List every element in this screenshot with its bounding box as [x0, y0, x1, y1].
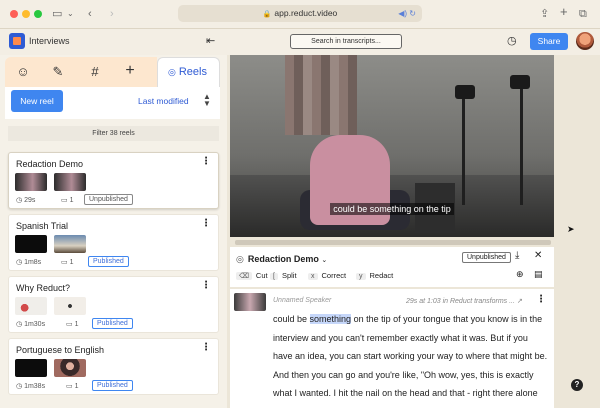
download-icon[interactable]: ⤓ [515, 250, 519, 261]
more-menu-icon[interactable]: ⋮ [536, 294, 546, 305]
reel-title: Portuguese to English [16, 345, 105, 355]
video-player[interactable]: could be something on the tip [230, 55, 554, 237]
highlighter-icon[interactable]: ✎ [48, 64, 68, 80]
duration-text: ◷ 29s [16, 197, 36, 204]
duration-text: ◷ 1m30s [16, 321, 46, 328]
history-clock-icon[interactable]: ◷ [507, 34, 517, 47]
tab-reels-label: Reels [178, 66, 207, 78]
reels-header: New reel Last modified ▲ ▼ [5, 87, 220, 119]
minimize-window-button[interactable] [22, 10, 30, 18]
clip-thumbnail [15, 173, 47, 191]
sort-dropdown[interactable]: Last modified [138, 96, 189, 106]
clip-thumbnail [54, 173, 86, 191]
speaker-name[interactable]: Unnamed Speaker [273, 297, 331, 304]
forward-arrow-icon[interactable]: › [110, 6, 114, 22]
video-caption: could be something on the tip [230, 203, 554, 215]
tab-reels[interactable]: ◎ Reels [157, 57, 220, 87]
duration-text: ◷ 1m38s [16, 383, 46, 390]
url-text: app.reduct.video [274, 8, 338, 18]
duration-text: ◷ 1m8s [16, 259, 42, 266]
tabs-overview-icon[interactable]: ⧉ [579, 6, 587, 22]
status-badge: Published [88, 256, 129, 267]
studio-light-stand [462, 95, 465, 205]
clip-thumbnail [54, 297, 86, 315]
reduct-logo[interactable] [9, 33, 25, 49]
clip-count: ▭ 1 [66, 321, 79, 328]
captions-icon[interactable]: ▤ [534, 269, 543, 280]
close-window-button[interactable] [10, 10, 18, 18]
audio-icon[interactable]: ◀) ↻ [398, 5, 416, 22]
sidebar-toggle-icon[interactable]: ▭ [52, 6, 62, 22]
reels-sidebar: ☺ ✎ # + ◎ Reels New reel Last modified ▲ ▼… [0, 55, 227, 408]
reel-icon: ◎ [236, 254, 244, 264]
correct-action[interactable]: x Correct [308, 271, 346, 280]
mouse-cursor-icon: ➤ [567, 224, 575, 234]
reel-card[interactable]: Why Reduct? ⋮ ◷ 1m30s ▭ 1 Published [8, 276, 219, 333]
clip-thumbnail [54, 235, 86, 253]
reel-card[interactable]: Spanish Trial ⋮ ◷ 1m8s ▭ 1 Published [8, 214, 219, 271]
reel-editor-toolbar: ◎ Redaction Demo ⌄ Unpublished ⤓ ✕ ⌫ Cut [… [230, 247, 554, 287]
toolbar: ☺ ✎ # + [5, 57, 157, 87]
lock-icon: 🔒 [262, 11, 272, 18]
clip-count: ▭ 1 [61, 197, 74, 204]
status-badge: Published [92, 380, 133, 391]
reel-title: Redaction Demo [16, 159, 84, 169]
reel-title: Spanish Trial [16, 221, 69, 231]
chevron-down-icon[interactable]: ⌄ [67, 6, 74, 22]
close-icon[interactable]: ✕ [534, 250, 542, 261]
filter-reels-input[interactable]: Filter 38 reels [8, 126, 219, 141]
studio-light-stand [520, 85, 523, 205]
redact-action[interactable]: y Redact [356, 271, 393, 280]
project-title[interactable]: Interviews [29, 36, 70, 46]
maximize-window-button[interactable] [34, 10, 42, 18]
avatar[interactable] [576, 32, 594, 50]
address-bar[interactable]: 🔒 app.reduct.video ◀) ↻ [178, 5, 422, 22]
clip-thumbnail [15, 235, 47, 253]
reel-editor-title: ◎ Redaction Demo ⌄ [236, 254, 328, 264]
search-transcripts-button[interactable]: Search in transcripts... [290, 34, 402, 49]
reels-icon: ◎ [168, 67, 176, 77]
clip-thumbnail [15, 359, 47, 377]
status-badge[interactable]: Unpublished [462, 252, 511, 263]
transcript-panel: Unnamed Speaker 29s at 1:03 in Reduct tr… [230, 289, 554, 408]
clip-count: ▭ 1 [66, 383, 79, 390]
highlighted-word[interactable]: something [309, 314, 352, 324]
add-icon[interactable]: + [120, 62, 140, 80]
share-button[interactable]: Share [530, 33, 568, 50]
reel-card[interactable]: Portuguese to English ⋮ ◷ 1m38s ▭ 1 Publ… [8, 338, 219, 395]
more-menu-icon[interactable]: ⋮ [201, 218, 211, 229]
back-arrow-icon[interactable]: ‹ [88, 6, 92, 22]
clip-thumbnail [234, 293, 266, 311]
cut-action[interactable]: ⌫ Cut [236, 271, 268, 280]
video-scrubber[interactable] [235, 240, 551, 245]
collapse-panel-icon[interactable]: ⇤ [206, 34, 215, 47]
globe-icon[interactable]: ⊕ [516, 269, 524, 280]
speakers-icon[interactable]: ☺ [13, 64, 33, 79]
new-tab-icon[interactable]: + [560, 4, 568, 20]
reel-card[interactable]: Redaction Demo ⋮ ◷ 29s ▭ 1 Unpublished [8, 152, 219, 209]
clip-thumbnail [15, 297, 47, 315]
split-action[interactable]: [Split [270, 271, 297, 280]
transcript-text[interactable]: could be something on the tip of your to… [273, 310, 549, 408]
new-reel-button[interactable]: New reel [11, 90, 63, 112]
share-page-icon[interactable]: ⇪ [540, 6, 549, 22]
clip-thumbnail [54, 359, 86, 377]
reel-title: Why Reduct? [16, 283, 71, 293]
app-header: Interviews ⇤ Search in transcripts... ◷ … [0, 29, 600, 55]
status-badge: Unpublished [84, 194, 133, 205]
pixelated-face [285, 55, 357, 135]
status-badge: Published [92, 318, 133, 329]
more-menu-icon[interactable]: ⋮ [201, 342, 211, 353]
clip-source-info[interactable]: 29s at 1:03 in Reduct transforms ... ↗ [406, 297, 523, 305]
tags-hash-icon[interactable]: # [85, 64, 105, 79]
clip-count: ▭ 1 [61, 259, 74, 266]
more-menu-icon[interactable]: ⋮ [201, 280, 211, 291]
sort-direction-icon[interactable]: ▲ ▼ [203, 93, 211, 108]
help-button[interactable]: ? [571, 379, 583, 391]
more-menu-icon[interactable]: ⋮ [201, 156, 211, 167]
browser-chrome: ▭ ⌄ ‹ › 🔒 app.reduct.video ◀) ↻ ⇪ + ⧉ [0, 0, 600, 29]
